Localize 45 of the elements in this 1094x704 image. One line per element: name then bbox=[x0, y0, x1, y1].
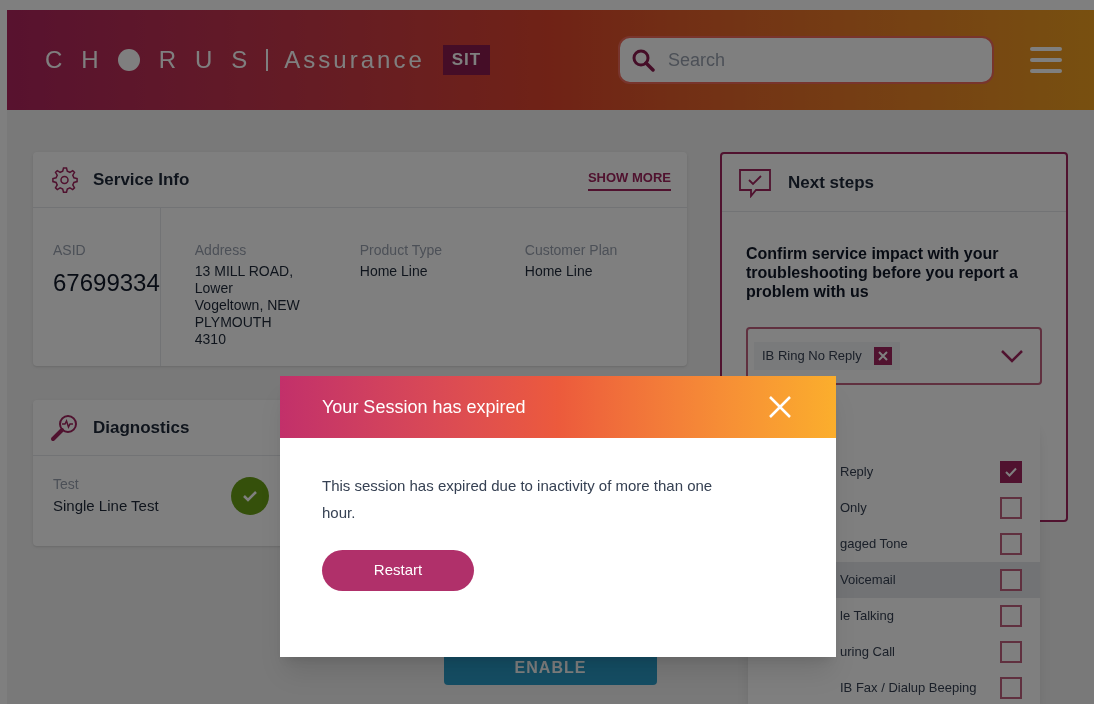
option-label: Reply bbox=[840, 463, 874, 482]
chevron-down-icon[interactable] bbox=[1000, 349, 1024, 363]
checkbox[interactable] bbox=[1000, 569, 1022, 591]
option-row[interactable]: IB Fax / Dialup Beeping bbox=[748, 670, 1040, 704]
asid-value: 67699334 bbox=[53, 268, 160, 298]
product-name: Assurance bbox=[284, 45, 425, 75]
field-value: 13 MILL ROAD, Lower Vogeltown, NEW PLYMOUTH 4310 bbox=[194, 263, 301, 348]
gear-icon bbox=[49, 164, 79, 195]
checkmark-icon bbox=[1005, 467, 1017, 477]
card-title: Next steps bbox=[788, 171, 874, 194]
field-value: Home Line bbox=[524, 263, 594, 280]
dialog-title: Your Session has expired bbox=[322, 395, 526, 419]
checkbox[interactable] bbox=[1000, 497, 1022, 519]
option-row[interactable]: le Talking bbox=[748, 598, 1040, 634]
environment-badge: SIT bbox=[442, 45, 491, 75]
checkbox[interactable] bbox=[1000, 605, 1022, 627]
restart-button[interactable]: Restart bbox=[322, 550, 474, 591]
option-label: gaged Tone bbox=[840, 535, 908, 554]
field-value: Home Line bbox=[359, 263, 429, 280]
checkbox[interactable] bbox=[1000, 533, 1022, 555]
close-icon[interactable] bbox=[768, 395, 792, 419]
remove-tag-icon[interactable] bbox=[873, 347, 892, 365]
logo-text: CH bbox=[45, 45, 118, 75]
option-row[interactable]: gaged Tone bbox=[748, 526, 1040, 562]
checkbox[interactable] bbox=[1000, 461, 1022, 483]
card-title: Service Info bbox=[93, 168, 190, 191]
dialog-message: This session has expired due to inactivity of more than one hour. bbox=[321, 476, 714, 523]
search-icon bbox=[631, 48, 655, 72]
card-title: Diagnostics bbox=[93, 416, 190, 439]
chat-check-icon bbox=[738, 167, 772, 198]
logo-text: RUS bbox=[158, 45, 267, 75]
field-value: Single Line Test bbox=[53, 496, 159, 516]
show-more-link[interactable]: SHOW MORE bbox=[587, 167, 671, 192]
option-label: Voicemail bbox=[840, 571, 896, 590]
magnifier-icon bbox=[49, 412, 79, 443]
next-steps-message: Confirm service impact with your troubleshooting before you report a problem with us bbox=[745, 244, 1019, 301]
tag-label: IB Ring No Reply bbox=[762, 347, 862, 366]
option-label: uring Call bbox=[840, 643, 895, 662]
checkbox[interactable] bbox=[1000, 641, 1022, 663]
option-row[interactable]: uring Call bbox=[748, 634, 1040, 670]
option-label: Only bbox=[840, 499, 867, 518]
option-label: IB Fax / Dialup Beeping bbox=[840, 679, 977, 698]
checkbox[interactable] bbox=[1000, 677, 1022, 699]
option-label: le Talking bbox=[840, 607, 894, 626]
menu-icon[interactable] bbox=[1030, 47, 1062, 73]
